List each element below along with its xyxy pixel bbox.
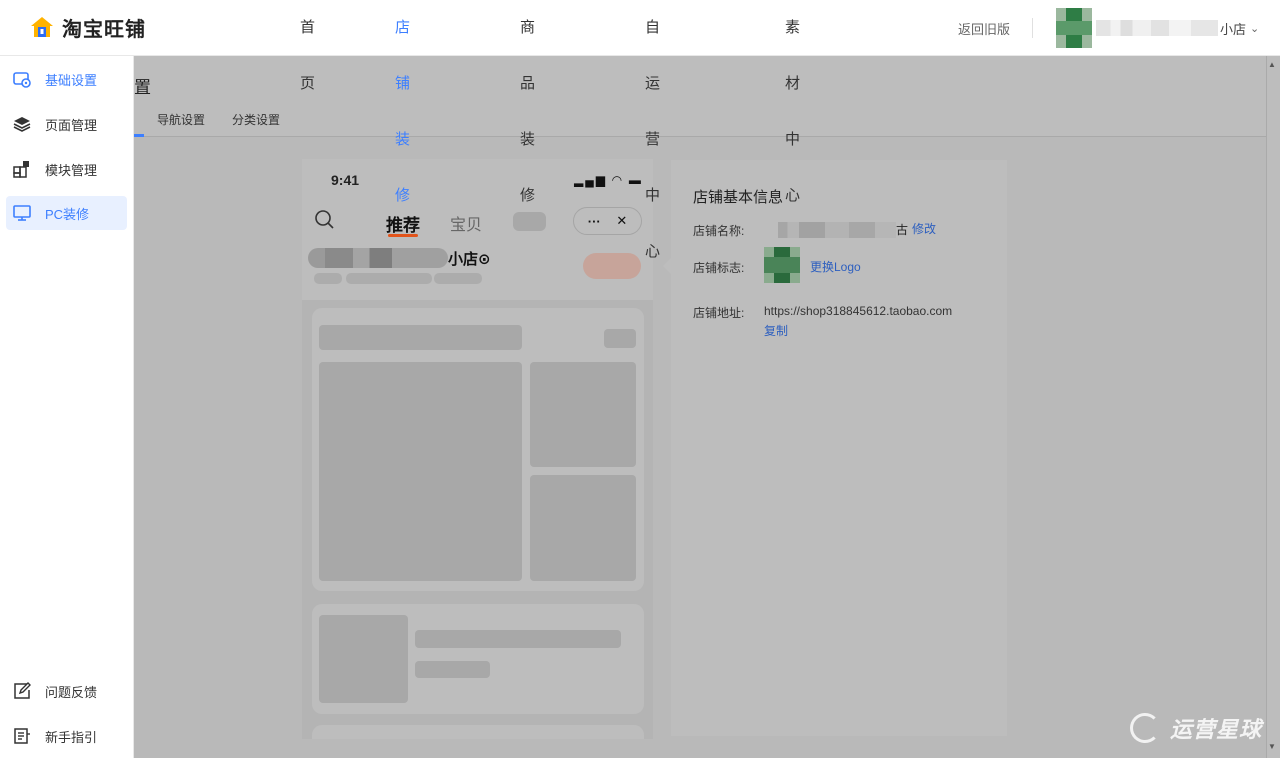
house-logo-icon [30,15,54,39]
store-logo-label: 店铺标志: [693,261,745,275]
sidebar-item-label: 页面管理 [45,117,98,133]
page-title: 置 [134,78,151,97]
back-to-old-version-link[interactable]: 返回旧版 [958,19,1010,38]
scroll-up-icon[interactable]: ▲ [1268,60,1276,69]
sidebar-item-label: 基础设置 [45,72,98,88]
chevron-down-icon: ⌄ [1250,22,1260,35]
watermark: 运营星球 [1130,712,1262,744]
shop-meta-placeholder [434,273,482,284]
phone-tab-underline [388,234,418,237]
sidebar-item-label: 问题反馈 [45,684,98,700]
sidebar-item-label: 新手指引 [45,729,98,745]
store-address-value: https://shop318845612.taobao.com [764,304,953,318]
user-menu[interactable]: 小店 ⌄ [1056,8,1259,48]
layers-icon [12,114,32,134]
nav-store-decoration[interactable]: 店铺装修 [395,0,410,204]
avatar [1056,8,1092,48]
search-icon[interactable] [314,209,336,231]
store-settings-icon [12,69,32,89]
close-icon[interactable]: ✕ [616,213,627,229]
content-card-placeholder [312,308,644,591]
panel-pointer [663,258,671,274]
more-icon[interactable]: ··· [588,214,601,229]
image-placeholder [319,615,408,703]
guide-doc-icon [12,726,32,746]
monitor-icon [12,203,32,223]
phone-preview: 9:41 ▂▄▆ ◠ ▬ 推荐 宝贝 ··· ✕ 小店⊙ [302,159,653,739]
tag-placeholder [604,329,636,348]
watermark-text: 运营星球 [1170,717,1263,742]
nav-home[interactable]: 首页 [300,0,315,92]
sidebar-item-page-management[interactable]: 页面管理 [6,107,127,141]
shop-name-redacted [308,248,448,268]
store-info-panel: 店铺基本信息 店铺名称: 古 修改 店铺标志: 更换Logo 店铺地址: htt… [671,160,1007,736]
modify-store-name-link[interactable]: 修改 [912,220,936,237]
text-placeholder [415,661,490,678]
image-placeholder [530,475,636,581]
scrollbar[interactable] [1266,56,1280,758]
sidebar-item-pc-decoration[interactable]: PC装修 [6,196,127,230]
tab-navigation-settings[interactable]: 导航设置 [157,111,205,128]
image-placeholder [530,362,636,467]
app-logo[interactable]: 淘宝旺铺 [30,12,146,42]
tab-category-settings[interactable]: 分类设置 [232,111,280,128]
copy-address-link[interactable]: 复制 [764,322,788,339]
content-card-placeholder [312,604,644,714]
sidebar-item-module-management[interactable]: 模块管理 [6,152,127,186]
logo-text: 淘宝旺铺 [62,18,146,41]
scroll-down-icon[interactable]: ▼ [1268,742,1276,751]
follow-button[interactable] [583,253,641,279]
store-name-redacted [778,222,896,238]
store-name-suffix: 古 [896,223,909,237]
shop-meta-placeholder [314,273,342,284]
watermark-logo-icon [1130,713,1160,743]
sidebar-item-feedback[interactable]: 问题反馈 [6,674,127,708]
mini-program-capsule: ··· ✕ [573,207,642,235]
user-name-redacted [1096,20,1218,36]
edit-feedback-icon [12,681,32,701]
signal-wifi-battery-icon: ▂▄▆ ◠ ▬ [574,173,643,187]
sidebar-item-beginner-guide[interactable]: 新手指引 [6,719,127,753]
info-title: 店铺基本信息 [693,189,784,206]
user-name-suffix: 小店 [1220,21,1247,37]
store-address-label: 店铺地址: [693,306,745,320]
image-placeholder [319,362,522,581]
phone-tab-items[interactable]: 宝贝 [450,211,482,235]
title-placeholder [319,325,522,350]
top-navigation-bar: 淘宝旺铺 首页 店铺装修 商品装修 自运营中心 素材中心 返回旧版 小店 ⌄ [0,0,1280,260]
phone-shop-name[interactable]: 小店⊙ [448,248,491,269]
store-logo-thumbnail [764,247,800,283]
sidebar-item-label: 模块管理 [45,162,98,178]
shop-meta-placeholder [346,273,432,284]
sidebar-item-label: PC装修 [45,206,90,222]
sidebar: 基础设置 页面管理 模块管理 PC装修 问题反馈 新手指引 [0,56,134,758]
nav-product-decoration[interactable]: 商品装修 [520,0,535,204]
replace-logo-link[interactable]: 更换Logo [810,258,861,275]
header-divider [1032,18,1033,38]
sidebar-item-basic-settings[interactable]: 基础设置 [6,62,127,96]
active-tab-indicator [134,134,144,137]
nav-self-operation-center[interactable]: 自运营中心 [645,0,660,260]
content-card-placeholder [312,725,644,739]
modules-icon [12,159,32,179]
nav-material-center[interactable]: 素材中心 [785,0,800,204]
phone-time: 9:41 [331,172,360,188]
store-name-label: 店铺名称: [693,224,745,238]
text-placeholder [415,630,621,648]
